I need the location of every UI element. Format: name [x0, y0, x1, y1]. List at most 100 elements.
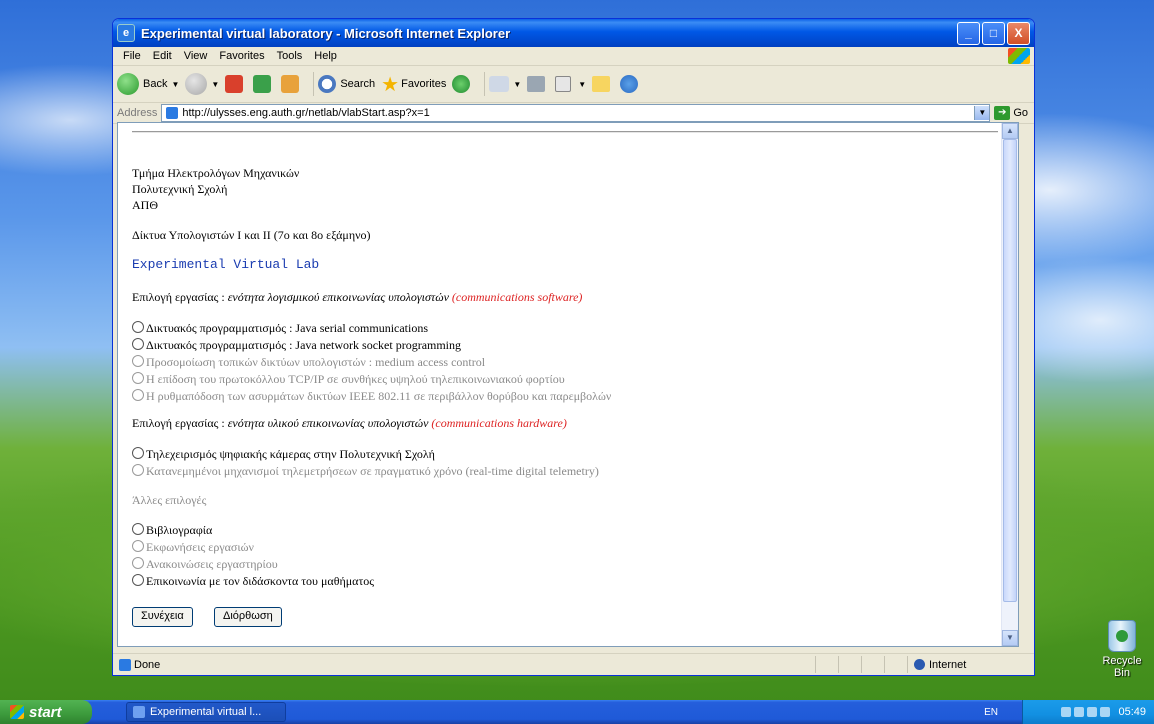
recycle-bin-graphic: [1108, 620, 1136, 652]
back-button[interactable]: Back ▼: [117, 73, 179, 95]
horizontal-rule: [132, 131, 998, 133]
recycle-bin-icon[interactable]: Recycle Bin: [1094, 620, 1150, 679]
zone-label: Internet: [929, 658, 967, 671]
hardware-option-2: Κατανεμημένοι μηχανισμοί τηλεμετρήσεων σ…: [132, 464, 599, 479]
maximize-button[interactable]: □: [982, 21, 1005, 45]
back-arrow-icon: [117, 73, 139, 95]
clock: 05:49: [1118, 706, 1146, 718]
browser-window: e Experimental virtual laboratory - Micr…: [112, 18, 1035, 676]
menu-favorites[interactable]: Favorites: [213, 50, 270, 62]
other-option-4[interactable]: Επικοινωνία με τον διδάσκοντα του μαθήμα…: [132, 574, 374, 589]
section-software-topic: ενότητα λογισμικού επικοινωνίας υπολογισ…: [227, 290, 452, 304]
windows-flag-icon: [10, 705, 24, 719]
search-button[interactable]: Search: [318, 75, 375, 93]
title-bar[interactable]: e Experimental virtual laboratory - Micr…: [113, 19, 1034, 47]
address-input[interactable]: http://ulysses.eng.auth.gr/netlab/vlabSt…: [161, 104, 991, 122]
radio-button[interactable]: [132, 321, 144, 333]
radio-button[interactable]: [132, 338, 144, 350]
address-label: Address: [117, 107, 158, 119]
stop-icon[interactable]: [225, 75, 244, 93]
address-dropdown-icon[interactable]: ▼: [974, 106, 990, 120]
taskbar-item-ie[interactable]: Experimental virtual l...: [126, 702, 286, 722]
toolbar: Back ▼ ▼ Search ★ Favorites ▼ ▼: [113, 66, 1034, 103]
section-software-tag: (communications software): [451, 290, 583, 304]
menu-file[interactable]: File: [117, 50, 147, 62]
radio-button[interactable]: [132, 523, 144, 535]
tray-volume-icon[interactable]: [1074, 707, 1085, 717]
other-option-2: Εκφωνήσεις εργασιών: [132, 540, 254, 555]
software-option-3: Προσομοίωση τοπικών δικτύων υπολογιστών …: [132, 355, 485, 370]
vertical-scrollbar[interactable]: ▲ ▼: [1001, 123, 1018, 646]
org-line-1: Τμήμα Ηλεκτρολόγων Μηχανικών: [132, 166, 300, 180]
other-option-3-label: Ανακοινώσεις εργαστηρίου: [146, 557, 278, 571]
tray-network-icon[interactable]: [1061, 707, 1072, 717]
menu-view[interactable]: View: [178, 50, 214, 62]
language-indicator[interactable]: EN: [984, 707, 998, 718]
software-option-4: Η επίδοση του πρωτοκόλλου TCP/IP σε συνθ…: [132, 372, 565, 387]
org-line-3: ΑΠΘ: [132, 198, 158, 212]
discuss-icon[interactable]: [592, 76, 611, 92]
window-title: Experimental virtual laboratory - Micros…: [141, 25, 511, 41]
continue-button[interactable]: Συνέχεια: [132, 607, 193, 627]
reset-button[interactable]: Διόρθωση: [214, 607, 282, 627]
scroll-thumb[interactable]: [1003, 139, 1017, 602]
status-text: Done: [134, 658, 161, 671]
scroll-down-icon[interactable]: ▼: [1002, 630, 1018, 646]
radio-button[interactable]: [132, 574, 144, 586]
menu-edit[interactable]: Edit: [147, 50, 178, 62]
lab-title: Experimental Virtual Lab: [132, 257, 320, 272]
favorites-button[interactable]: ★ Favorites: [381, 72, 446, 97]
radio-button-disabled: [132, 464, 144, 476]
edit-icon[interactable]: [555, 76, 572, 92]
security-zone: Internet: [907, 656, 1034, 673]
menu-help[interactable]: Help: [308, 50, 343, 62]
windows-logo-icon: [1008, 48, 1030, 64]
section-hardware-topic: ενότητα υλικού επικοινωνίας υπολογιστών: [227, 416, 432, 430]
forward-button[interactable]: ▼: [185, 73, 219, 95]
print-icon[interactable]: [527, 76, 546, 92]
favorites-label: Favorites: [401, 78, 447, 90]
status-cell: [815, 656, 838, 673]
internet-globe-icon: [914, 659, 925, 670]
start-label: start: [29, 703, 62, 721]
course-title: Δίκτυα Υπολογιστών Ι και ΙΙ (7ο και 8ο ε…: [132, 228, 371, 242]
close-button[interactable]: X: [1007, 21, 1030, 45]
radio-button-disabled: [132, 557, 144, 569]
mail-dropdown-icon[interactable]: ▼: [513, 80, 521, 89]
tray-security-icon[interactable]: [1087, 707, 1098, 717]
software-option-4-label: Η επίδοση του πρωτοκόλλου TCP/IP σε συνθ…: [146, 372, 565, 386]
history-icon[interactable]: [452, 75, 471, 93]
menu-bar: File Edit View Favorites Tools Help: [113, 47, 1034, 66]
messenger-icon[interactable]: [620, 75, 639, 93]
back-dropdown-icon[interactable]: ▼: [171, 80, 179, 89]
tray-update-icon[interactable]: [1100, 707, 1111, 717]
menu-tools[interactable]: Tools: [271, 50, 309, 62]
refresh-icon[interactable]: [253, 75, 272, 93]
software-option-1[interactable]: Δικτυακός προγραμματισμός : Java serial …: [132, 321, 428, 336]
go-button[interactable]: ➔ Go: [994, 106, 1028, 120]
status-cell: [838, 656, 861, 673]
scroll-up-icon[interactable]: ▲: [1002, 123, 1018, 139]
hardware-option-1-label: Τηλεχειρισμός ψηφιακής κάμερας στην Πολυ…: [146, 447, 435, 461]
mail-icon[interactable]: [489, 76, 510, 92]
section-software-lead: Επιλογή εργασίας :: [132, 290, 228, 304]
radio-button[interactable]: [132, 447, 144, 459]
status-cell: [884, 656, 907, 673]
status-page-icon: [119, 658, 131, 671]
address-url[interactable]: http://ulysses.eng.auth.gr/netlab/vlabSt…: [182, 107, 429, 119]
edit-dropdown-icon[interactable]: ▼: [578, 80, 586, 89]
go-arrow-icon: ➔: [994, 106, 1011, 120]
start-button[interactable]: start: [0, 700, 92, 724]
toolbar-separator: [313, 72, 315, 96]
search-icon: [318, 75, 337, 93]
forward-dropdown-icon[interactable]: ▼: [211, 80, 219, 89]
hardware-option-1[interactable]: Τηλεχειρισμός ψηφιακής κάμερας στην Πολυ…: [132, 447, 435, 462]
software-option-2[interactable]: Δικτυακός προγραμματισμός : Java network…: [132, 338, 461, 353]
other-option-1[interactable]: Βιβλιογραφία: [132, 523, 212, 538]
software-option-1-label: Δικτυακός προγραμματισμός : Java serial …: [146, 321, 429, 335]
ie-task-icon: [133, 706, 145, 718]
home-icon[interactable]: [281, 75, 300, 93]
software-option-3-label: Προσομοίωση τοπικών δικτύων υπολογιστών …: [146, 355, 486, 369]
page-icon: [166, 107, 179, 119]
minimize-button[interactable]: _: [957, 21, 980, 45]
